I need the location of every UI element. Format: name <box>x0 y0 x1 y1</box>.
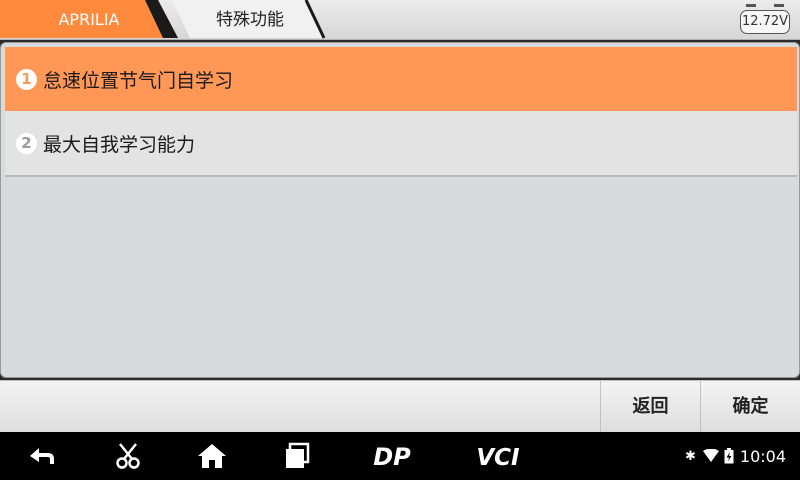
home-icon[interactable] <box>196 442 228 470</box>
item-number-badge: 1 <box>16 68 37 90</box>
dp-label: DP <box>373 443 411 470</box>
list-item-max-self-learning[interactable]: 2 最大自我学习能力 <box>5 111 797 177</box>
battery-terminal-left <box>746 4 756 7</box>
back-arrow-icon[interactable] <box>26 442 58 470</box>
item-number-badge: 2 <box>16 132 37 154</box>
vci-icon[interactable]: VCI <box>468 442 528 470</box>
vci-label: VCI <box>476 445 520 470</box>
dp-icon[interactable]: DP <box>366 442 418 470</box>
vehicle-battery-indicator: 12.72V <box>740 4 790 34</box>
breadcrumb-brand[interactable]: APRILIA <box>0 0 178 40</box>
status-area: ✱ 10:04 <box>685 444 786 468</box>
battery-charging-icon <box>724 448 734 464</box>
function-list-panel: 1 怠速位置节气门自学习 2 最大自我学习能力 <box>0 42 800 378</box>
list-item-idle-throttle-learning[interactable]: 1 怠速位置节气门自学习 <box>5 47 797 111</box>
breadcrumb-bar: APRILIA 特殊功能 12.72V <box>0 0 800 40</box>
battery-terminal-right <box>774 4 784 7</box>
system-navigation-bar: DP VCI ✱ 10:04 <box>0 432 800 480</box>
back-button[interactable]: 返回 <box>600 381 700 433</box>
scissors-icon[interactable] <box>112 442 144 470</box>
wifi-icon <box>702 449 719 462</box>
bluetooth-icon: ✱ <box>684 448 696 464</box>
list-item-label: 最大自我学习能力 <box>43 133 196 156</box>
list-item-label: 怠速位置节气门自学习 <box>43 69 234 92</box>
app-window: APRILIA 特殊功能 12.72V 1 怠速位置节气门自学习 2 最大自我学… <box>0 0 800 480</box>
status-clock: 10:04 <box>739 446 786 466</box>
action-bar: 返回 确定 <box>0 380 800 433</box>
breadcrumb-function[interactable]: 特殊功能 <box>180 0 320 40</box>
recent-apps-icon[interactable] <box>282 442 314 470</box>
confirm-button[interactable]: 确定 <box>700 381 800 433</box>
battery-voltage: 12.72V <box>740 10 790 34</box>
